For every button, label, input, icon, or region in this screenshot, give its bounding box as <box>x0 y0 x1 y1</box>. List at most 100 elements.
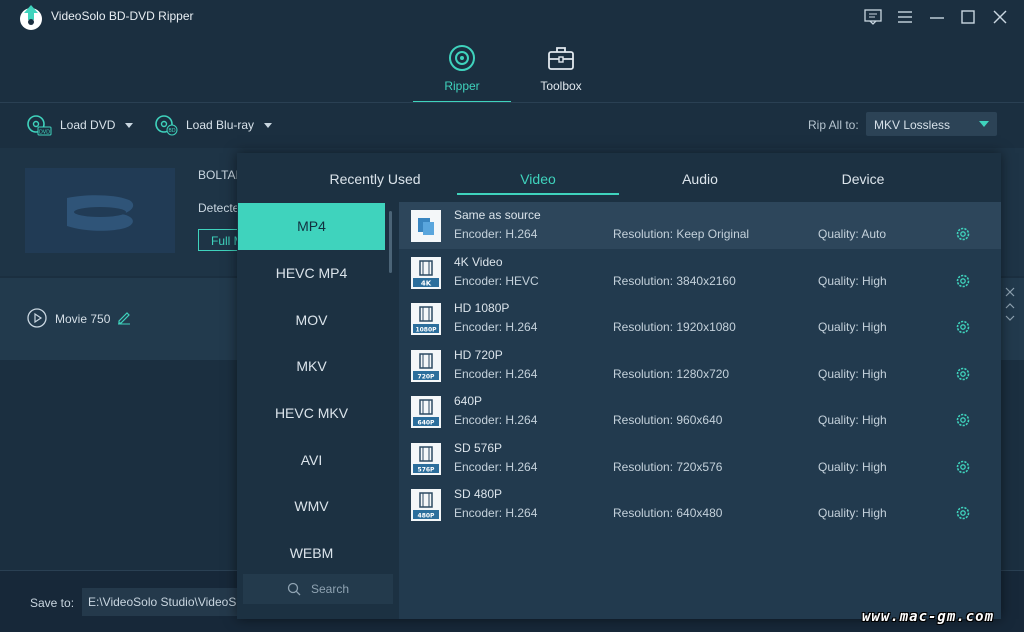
feedback-icon <box>864 9 882 25</box>
tab-device[interactable]: Device <box>782 171 944 195</box>
save-path-field[interactable]: E:\VideoSolo Studio\VideoS <box>82 588 242 616</box>
rip-all-select[interactable]: MKV Lossless <box>866 112 997 136</box>
preset-badge: 480P <box>418 513 436 520</box>
tab-audio[interactable]: Audio <box>619 171 781 195</box>
format-item-wmv[interactable]: WMV <box>238 483 385 530</box>
tab-ripper-label: Ripper <box>444 79 480 93</box>
format-item-mov[interactable]: MOV <box>238 296 385 343</box>
preset-quality: Quality: High <box>818 413 887 427</box>
maximize-icon <box>961 10 975 24</box>
rip-all-label: Rip All to: <box>808 118 859 132</box>
preset-row[interactable]: 4K 4K Video Encoder: HEVC Resolution: 38… <box>399 249 1001 296</box>
load-bluray-label: Load Blu-ray <box>186 118 255 132</box>
preset-row[interactable]: 480P SD 480P Encoder: H.264 Resolution: … <box>399 481 1001 528</box>
edit-icon[interactable] <box>117 311 131 325</box>
gear-icon[interactable] <box>955 366 971 382</box>
watermark: www.mac-gm.com <box>862 609 995 625</box>
video-film-icon: 720P <box>411 349 441 382</box>
bluray-logo-icon <box>67 195 134 231</box>
disc-detected-text: Detecte <box>198 201 240 215</box>
video-film-icon: 4K <box>411 256 441 289</box>
remove-and-reorder-icon[interactable] <box>1003 286 1017 326</box>
tab-toolbox-label: Toolbox <box>540 79 582 93</box>
preset-badge: 576P <box>418 466 436 473</box>
gear-icon[interactable] <box>955 226 971 242</box>
svg-text:BD: BD <box>168 128 175 134</box>
preset-row[interactable]: Same as source Encoder: H.264 Resolution… <box>399 202 1001 249</box>
preset-encoder: Encoder: H.264 <box>454 320 538 334</box>
preset-name: 640P <box>454 394 483 408</box>
preset-list: Same as source Encoder: H.264 Resolution… <box>399 202 1001 619</box>
chevron-down-icon[interactable] <box>264 122 273 128</box>
menu-button[interactable] <box>894 6 916 28</box>
preset-resolution: Resolution: 720x576 <box>613 459 723 474</box>
disc-thumbnail <box>25 168 175 253</box>
close-icon <box>993 10 1007 24</box>
preset-encoder: Encoder: HEVC <box>454 273 539 288</box>
format-item-webm[interactable]: WEBM <box>238 530 385 577</box>
same-as-source-icon <box>411 210 441 242</box>
tab-video[interactable]: Video <box>457 171 619 195</box>
preset-name: SD 576P <box>454 440 503 455</box>
preset-resolution: Resolution: 640x480 <box>613 506 723 520</box>
preset-quality: Quality: High <box>818 459 887 474</box>
tab-recently-used[interactable]: Recently Used <box>294 171 456 195</box>
preset-name: HD 720P <box>454 347 503 362</box>
save-to-label: Save to: <box>30 596 75 610</box>
gear-icon[interactable] <box>955 459 971 475</box>
gear-icon[interactable] <box>955 505 971 521</box>
format-item-hevc-mkv[interactable]: HEVC MKV <box>238 390 385 437</box>
title-bar: VideoSolo BD-DVD Ripper <box>0 0 1024 34</box>
format-item-mp4[interactable]: MP4 <box>238 203 385 250</box>
preset-encoder: Encoder: H.264 <box>454 413 538 427</box>
movie-name: Movie 750 <box>55 312 111 326</box>
minimize-button[interactable] <box>926 6 948 28</box>
load-dvd-label: Load DVD <box>60 118 116 132</box>
format-list: MP4 HEVC MP4 MOV MKV HEVC MKV AVI WMV WE… <box>238 203 385 577</box>
app-logo-icon <box>20 5 42 30</box>
format-item-hevc-mp4[interactable]: HEVC MP4 <box>238 250 385 297</box>
preset-badge: 720P <box>418 373 436 380</box>
maximize-button[interactable] <box>957 6 979 28</box>
format-list-scrollbar[interactable] <box>389 211 392 273</box>
ripper-icon <box>449 45 475 71</box>
preset-encoder: Encoder: H.264 <box>454 459 538 474</box>
format-item-mkv[interactable]: MKV <box>238 343 385 390</box>
feedback-button[interactable] <box>862 6 884 28</box>
load-bluray-button[interactable]: BD Load Blu-ray <box>154 113 273 137</box>
preset-encoder: Encoder: H.264 <box>454 227 538 241</box>
preset-row[interactable]: 576P SD 576P Encoder: H.264 Resolution: … <box>399 435 1001 482</box>
preset-row[interactable]: 720P HD 720P Encoder: H.264 Resolution: … <box>399 342 1001 389</box>
tab-ripper[interactable]: Ripper <box>413 40 511 103</box>
load-dvd-button[interactable]: DVD Load DVD <box>26 113 134 137</box>
preset-row[interactable]: 1080P HD 1080P Encoder: H.264 Resolution… <box>399 295 1001 342</box>
play-icon[interactable] <box>27 308 47 328</box>
minimize-icon <box>930 17 944 19</box>
search-icon <box>287 582 301 596</box>
video-film-icon: 576P <box>411 442 441 475</box>
tab-toolbox[interactable]: Toolbox <box>512 40 610 102</box>
chevron-down-icon[interactable] <box>125 122 134 128</box>
video-film-icon: 1080P <box>411 303 441 335</box>
preset-badge: 4K <box>421 279 432 287</box>
preset-quality: Quality: Auto <box>818 227 887 241</box>
gear-icon[interactable] <box>955 412 971 428</box>
gear-icon[interactable] <box>955 319 971 335</box>
preset-name: SD 480P <box>454 487 503 501</box>
menu-icon <box>898 11 912 23</box>
format-popup: Recently Used Video Audio Device MP4 HEV… <box>237 153 1001 619</box>
format-item-avi[interactable]: AVI <box>238 436 385 483</box>
preset-name: 4K Video <box>454 254 503 269</box>
svg-text:DVD: DVD <box>39 130 50 136</box>
close-button[interactable] <box>989 6 1011 28</box>
preset-badge: 640P <box>418 420 436 427</box>
chevron-down-icon <box>979 121 989 127</box>
preset-quality: Quality: High <box>818 273 887 288</box>
preset-badge: 1080P <box>415 327 437 334</box>
preset-encoder: Encoder: H.264 <box>454 506 538 520</box>
rip-all-value: MKV Lossless <box>874 118 951 132</box>
gear-icon[interactable] <box>955 273 971 289</box>
disc-title: BOLTAL <box>198 168 243 182</box>
format-search-input[interactable]: Search <box>243 574 393 604</box>
preset-row[interactable]: 640P 640P Encoder: H.264 Resolution: 960… <box>399 388 1001 435</box>
